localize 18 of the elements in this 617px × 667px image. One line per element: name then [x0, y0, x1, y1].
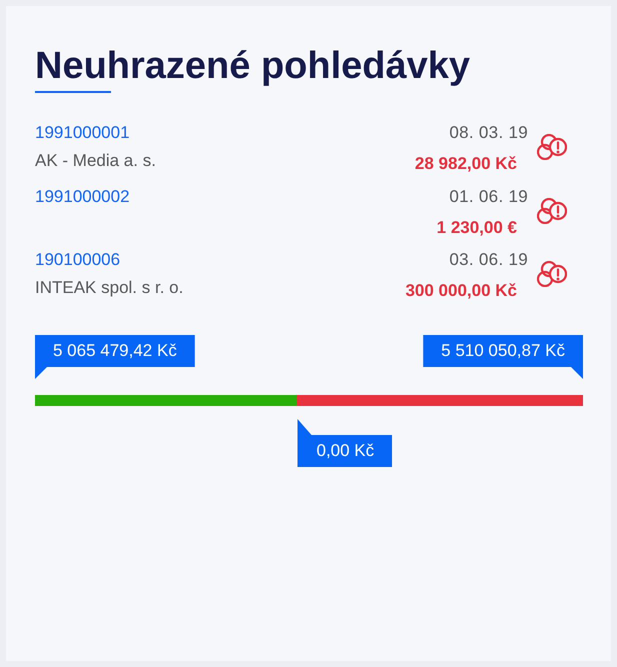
card-title: Neuhrazené pohledávky: [35, 44, 470, 89]
due-date: 08. 03. 19: [449, 122, 528, 144]
customer-name: INTEAK spol. s r. o.: [35, 277, 184, 299]
overdue-warning-icon: [537, 261, 567, 287]
invoice-number-link[interactable]: 1991000002: [35, 182, 130, 210]
overdue-warning-icon: [537, 198, 567, 224]
invoice-number-link[interactable]: 1991000001: [35, 119, 130, 147]
overdue-warning-icon: [537, 134, 567, 160]
customer-name: AK - Media a. s.: [35, 150, 156, 172]
due-date: 03. 06. 19: [449, 249, 528, 271]
amount-due: 28 982,00 Kč: [414, 153, 517, 175]
amount-due: 1 230,00 €: [436, 216, 517, 238]
amount-callout: 0,00 Kč: [297, 419, 392, 467]
due-date: 01. 06. 19: [449, 186, 528, 208]
invoice-number-link[interactable]: 190100006: [35, 246, 120, 274]
amount-due: 300 000,00 Kč: [405, 280, 517, 302]
amount-callout: 5 510 050,87 Kč: [423, 335, 583, 379]
amount-callout: 5 065 479,42 Kč: [35, 335, 195, 379]
